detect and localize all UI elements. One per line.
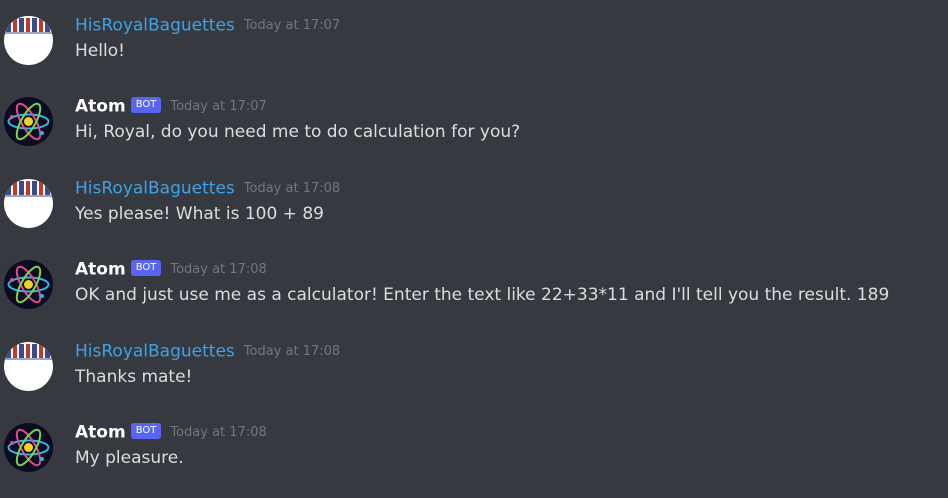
- timestamp: Today at 17:07: [170, 98, 267, 114]
- message-text: OK and just use me as a calculator! Ente…: [75, 285, 890, 305]
- timestamp: Today at 17:08: [243, 180, 341, 196]
- avatar-royal[interactable]: [4, 342, 53, 391]
- timestamp: Today at 17:08: [170, 261, 267, 277]
- username[interactable]: Atom: [75, 97, 126, 117]
- timestamp: Today at 17:08: [243, 343, 341, 359]
- avatar-atom[interactable]: [4, 97, 53, 146]
- username[interactable]: Atom: [75, 423, 126, 443]
- avatar-royal[interactable]: [4, 179, 53, 228]
- message-text: Thanks mate!: [75, 367, 193, 387]
- username[interactable]: HisRoyalBaguettes: [75, 342, 235, 362]
- baguette-banner-avatar-icon: [4, 179, 53, 228]
- message-item: HisRoyalBaguettes Today at 17:08 Yes plea…: [0, 177, 948, 255]
- bot-tag: BOT: [130, 259, 162, 276]
- message-item: HisRoyalBaguettes Today at 17:08 Thanks m…: [0, 340, 948, 418]
- message-item: Atom BOT Today at 17:07 Hi, Royal, do you …: [0, 95, 948, 173]
- username[interactable]: HisRoyalBaguettes: [75, 16, 235, 36]
- username[interactable]: HisRoyalBaguettes: [75, 179, 235, 199]
- timestamp: Today at 17:07: [243, 17, 341, 33]
- message-text: Hi, Royal, do you need me to do calculat…: [75, 122, 521, 142]
- message-item: Atom BOT Today at 17:08 My pleasure.: [0, 421, 948, 498]
- avatar-royal[interactable]: [4, 16, 53, 65]
- avatar-atom[interactable]: [4, 423, 53, 472]
- message-text: Hello!: [75, 41, 125, 61]
- atom-icon: [4, 423, 53, 472]
- bot-tag: BOT: [130, 422, 162, 439]
- chat-messages: HisRoyalBaguettes Today at 17:07 Hello! A…: [0, 0, 948, 498]
- username[interactable]: Atom: [75, 260, 126, 280]
- atom-icon: [4, 260, 53, 309]
- message-item: Atom BOT Today at 17:08 OK and just use me…: [0, 258, 948, 336]
- message-item: HisRoyalBaguettes Today at 17:07 Hello!: [0, 14, 948, 92]
- message-text: Yes please! What is 100 + 89: [75, 204, 324, 224]
- bot-tag: BOT: [130, 96, 162, 113]
- avatar-atom[interactable]: [4, 260, 53, 309]
- baguette-banner-avatar-icon: [4, 342, 53, 391]
- message-text: My pleasure.: [75, 448, 184, 468]
- timestamp: Today at 17:08: [170, 424, 267, 440]
- atom-icon: [4, 97, 53, 146]
- baguette-banner-avatar-icon: [4, 16, 53, 65]
